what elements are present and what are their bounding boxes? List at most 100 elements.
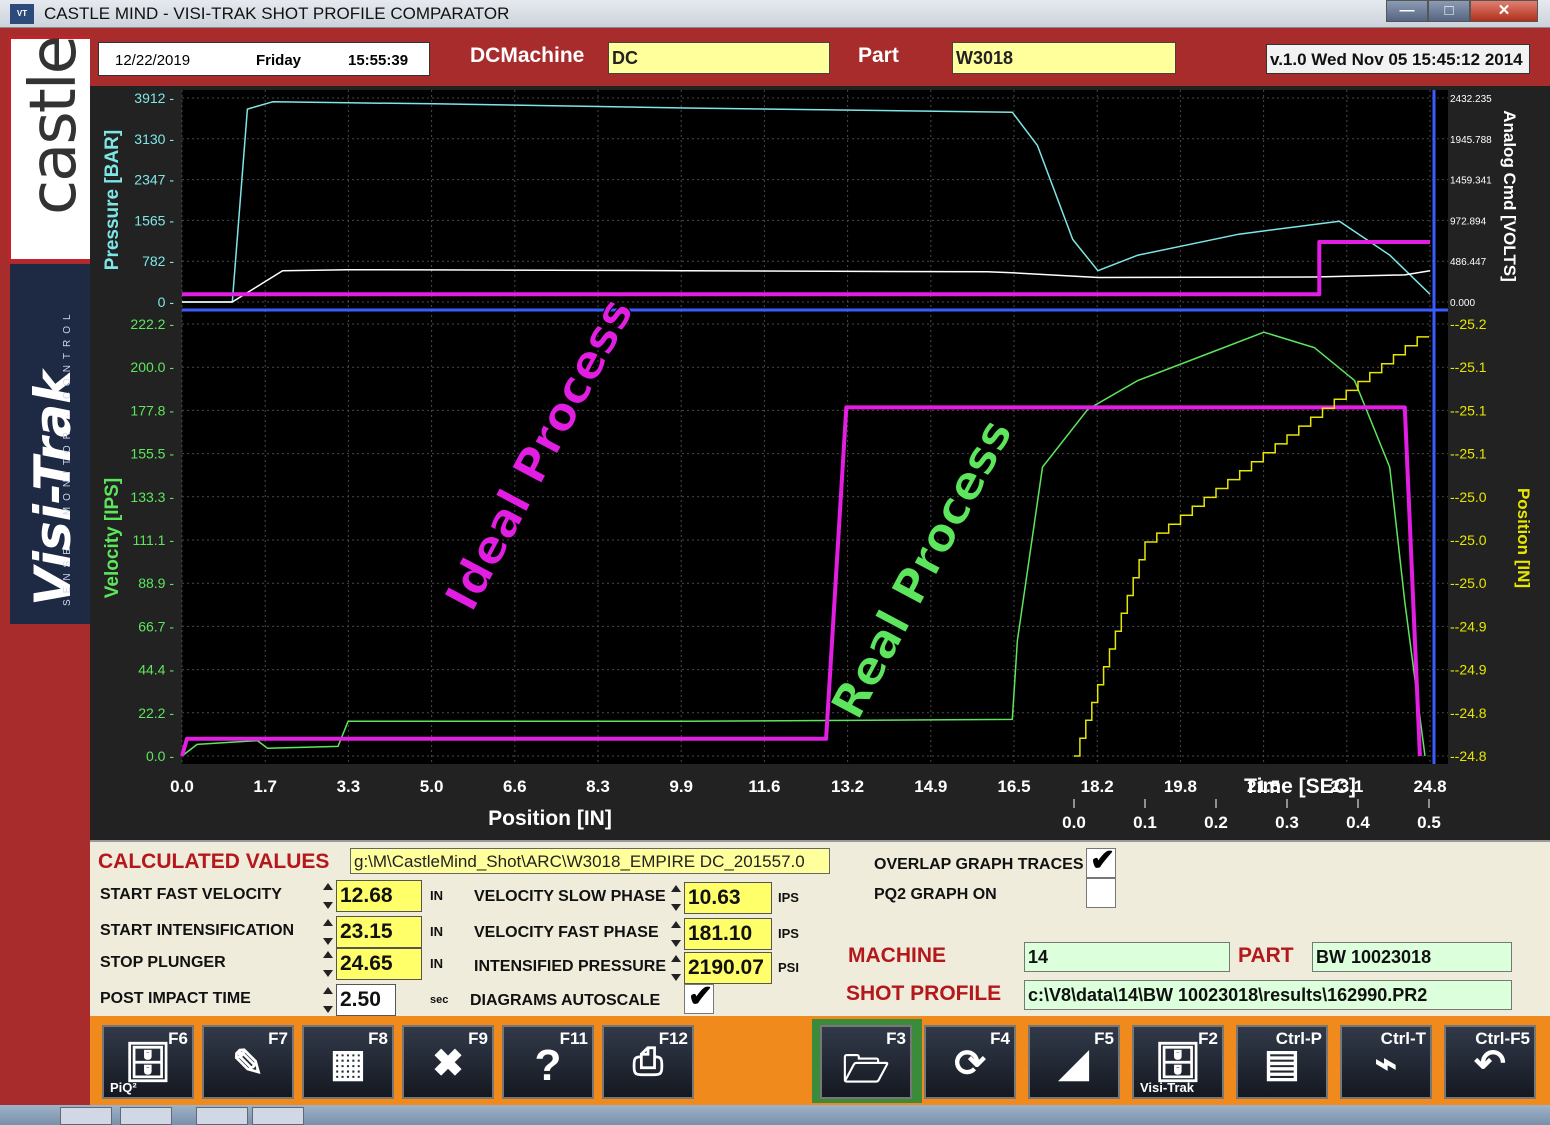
pressure-tick-label: 1565 - <box>134 212 174 228</box>
analog-cmd-axis-title: Analog Cmd [VOLTS] <box>1500 110 1519 282</box>
position-x-tick-label: 0.0 <box>170 777 194 796</box>
fkey-ctrl-t-button[interactable]: ⌁ Ctrl-T <box>1340 1025 1432 1099</box>
maximize-button[interactable]: □ <box>1428 0 1470 22</box>
diagrams-autoscale-label: DIAGRAMS AUTOSCALE <box>470 992 661 1009</box>
velocity-slow-phase-field[interactable]: 10.63 <box>684 882 772 914</box>
velocity-fast-phase-unit: IPS <box>778 926 799 941</box>
pressure-tick-label: 0 - <box>158 294 175 310</box>
fkey-label: F6 <box>168 1029 188 1048</box>
fkey-label: F11 <box>559 1029 588 1048</box>
fkey-f8-button[interactable]: ▦ F8 <box>302 1025 394 1099</box>
position-x-tick-label: 14.9 <box>914 777 947 796</box>
analog-cmd-tick-label: 972.894 <box>1450 216 1487 227</box>
date-display: 12/22/2019 <box>115 52 191 69</box>
taskbar-item-folder[interactable] <box>60 1107 112 1125</box>
start-intensification-label: START INTENSIFICATION <box>100 922 295 939</box>
overlap-graph-traces-label: OVERLAP GRAPH TRACES <box>874 856 1084 873</box>
velocity-tick-label: 200.0 - <box>130 359 174 375</box>
fkey-f2-button[interactable]: 🗄 F2 Visi-Trak <box>1132 1025 1224 1099</box>
post-impact-time-field[interactable]: 2.50 <box>336 984 396 1016</box>
stop-plunger-label: STOP PLUNGER <box>100 954 226 971</box>
dcmachine-field[interactable]: DC <box>608 42 830 74</box>
minimize-button[interactable]: — <box>1386 0 1428 22</box>
time-x-tick-label: 0.3 <box>1275 813 1299 832</box>
visitrak-logo: Visi-Trak SENSE · MONITOR · CONTROL <box>10 264 90 624</box>
time-x-tick-label: 0.0 <box>1062 813 1086 832</box>
plot-background <box>182 90 1448 764</box>
fkey-f11-button[interactable]: ? F11 <box>502 1025 594 1099</box>
fkey-f12-button[interactable]: ⎙ F12 <box>602 1025 694 1099</box>
position-tick-label: --25.0 <box>1450 575 1487 591</box>
fkey-f7-button[interactable]: ✎ F7 <box>202 1025 294 1099</box>
velocity-fast-phase-field[interactable]: 181.10 <box>684 918 772 950</box>
pressure-tick-label: 782 - <box>142 253 174 269</box>
castle-logo-text: castle <box>17 37 91 215</box>
diagrams-autoscale-checkbox[interactable]: ✔ <box>684 980 714 1014</box>
overlap-graph-traces-checkbox[interactable]: ✔ <box>1086 844 1116 878</box>
fkey-label: Ctrl-T <box>1380 1029 1426 1048</box>
position-x-tick-label: 6.6 <box>503 777 527 796</box>
fkey-label: F4 <box>990 1029 1010 1048</box>
fkey-f4-button[interactable]: ⟳ F4 <box>924 1025 1016 1099</box>
part-label-2: PART <box>1238 944 1294 967</box>
shot-profile-chart: 3912 - 3130 - 2347 - 1565 - 782 - 0 - 2432.235… <box>102 90 1533 832</box>
part-field-2[interactable]: BW 10023018 <box>1312 942 1512 972</box>
time-x-tick-label: 0.2 <box>1204 813 1228 832</box>
taskbar-item-app[interactable] <box>196 1107 248 1125</box>
position-tick-label: --25.0 <box>1450 532 1487 548</box>
fkey-f9-button[interactable]: ✖ F9 <box>402 1025 494 1099</box>
velocity-tick-label: 66.7 - <box>138 618 174 634</box>
fkey-label: F9 <box>468 1029 488 1048</box>
velocity-tick-label: 177.8 - <box>130 402 174 418</box>
position-tick-label: --25.2 <box>1450 316 1487 332</box>
velocity-tick-label: 22.2 - <box>138 705 174 721</box>
function-key-toolbar-left: 🗄 F6 PiQ² ✎ F7 ▦ F8 ✖ F9? F11 ⎙ F12 <box>90 1016 806 1105</box>
fkey-label: F3 <box>886 1029 906 1048</box>
fkey-ctrl-p-button[interactable]: ▤ Ctrl-P <box>1236 1025 1328 1099</box>
stop-plunger-spinner[interactable] <box>322 948 334 980</box>
start-fast-velocity-field[interactable]: 12.68 <box>336 880 422 912</box>
open-file-icon: 🗁 <box>842 1049 890 1091</box>
time-display: 15:55:39 <box>348 52 409 69</box>
intensified-pressure-spinner[interactable] <box>670 952 682 984</box>
fkey-f5-button[interactable]: ◢ F5 <box>1028 1025 1120 1099</box>
start-intensification-unit: IN <box>430 924 443 939</box>
close-button[interactable]: ✕ <box>1470 0 1538 22</box>
velocity-axis-title: Velocity [IPS] <box>102 478 123 598</box>
time-x-tick-label: 0.4 <box>1346 813 1370 832</box>
fkey-label: F5 <box>1094 1029 1114 1048</box>
pressure-tick-label: 3912 - <box>134 90 174 106</box>
fkey-sublabel: Visi-Trak <box>1140 1080 1194 1095</box>
title-bar: VT CASTLE MIND - VISI-TRAK SHOT PROFILE … <box>0 0 1550 28</box>
fkey-ctrl-f5-button[interactable]: ↶ Ctrl-F5 <box>1444 1025 1536 1099</box>
dcmachine-label: DCMachine <box>470 44 585 67</box>
velocity-fast-phase-spinner[interactable] <box>670 918 682 950</box>
pressure-tick-label: 3130 - <box>134 131 174 147</box>
position-tick-label: --25.1 <box>1450 359 1487 375</box>
pq2-graph-on-checkbox[interactable] <box>1086 878 1116 908</box>
start-fast-velocity-spinner[interactable] <box>322 880 334 912</box>
fkey-label: Ctrl-P <box>1275 1029 1322 1048</box>
machine-field[interactable]: 14 <box>1024 942 1230 972</box>
velocity-slow-phase-unit: IPS <box>778 890 799 905</box>
taskbar-item-explorer[interactable] <box>120 1107 172 1125</box>
fkey-f6-button[interactable]: 🗄 F6 PiQ² <box>102 1025 194 1099</box>
start-intensification-field[interactable]: 23.15 <box>336 916 422 948</box>
fkey-label: F7 <box>268 1029 288 1048</box>
checkmark-icon: ✔ <box>688 980 714 1013</box>
stop-plunger-field[interactable]: 24.65 <box>336 948 422 980</box>
start-intensification-spinner[interactable] <box>322 916 334 948</box>
fkey-label: F12 <box>658 1029 688 1048</box>
fkey-sublabel: PiQ² <box>110 1080 137 1095</box>
post-impact-time-spinner[interactable] <box>322 984 334 1016</box>
time-x-tick-label: 0.5 <box>1417 813 1441 832</box>
fkey-label: F2 <box>1198 1029 1218 1048</box>
fkey-f3-button[interactable]: 🗁 F3 <box>820 1025 912 1099</box>
position-x-tick-label: 9.9 <box>669 777 693 796</box>
taskbar-item-visitrak[interactable] <box>252 1107 304 1125</box>
part-field[interactable]: W3018 <box>952 42 1176 74</box>
velocity-slow-phase-spinner[interactable] <box>670 882 682 914</box>
fkey-label: F8 <box>368 1029 388 1048</box>
shot-profile-field[interactable]: c:\V8\data\14\BW 10023018\results\162990… <box>1024 980 1512 1010</box>
window-title: CASTLE MIND - VISI-TRAK SHOT PROFILE COM… <box>44 4 510 23</box>
